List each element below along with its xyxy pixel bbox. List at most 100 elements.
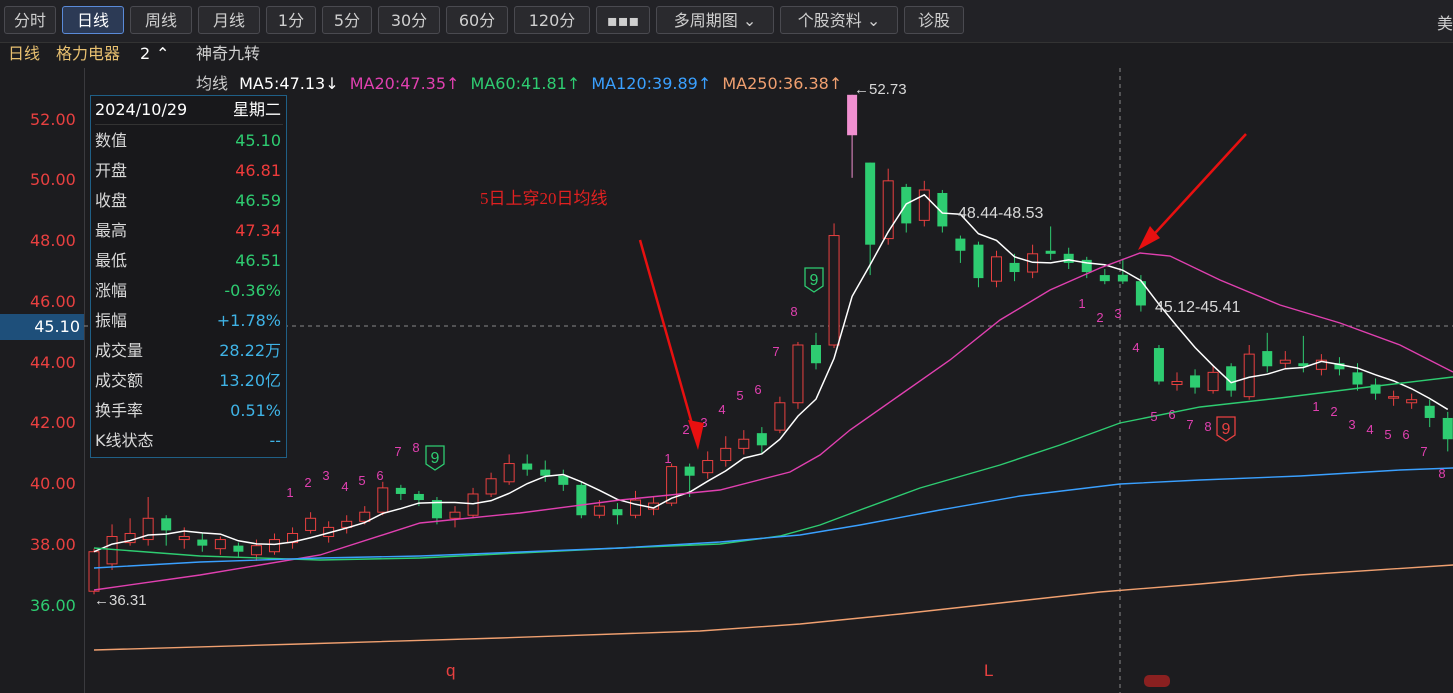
nine-count-label: 1 — [1078, 296, 1085, 311]
data-panel-key: K线状态 — [95, 431, 154, 450]
period-label: 日线 — [8, 44, 41, 63]
nine-count-label: 1 — [664, 451, 671, 466]
annotation-arrow — [1145, 133, 1247, 244]
candle-body — [756, 433, 767, 446]
annotation-arrow-head — [688, 420, 704, 450]
data-panel-row: 收盘 46.59 — [95, 186, 283, 216]
candle-body — [214, 539, 226, 550]
data-panel-weekday: 星期二 — [232, 100, 281, 119]
more-button[interactable]: ▪▪▪ — [596, 6, 650, 34]
data-panel-row: 换手率 0.51% — [95, 396, 283, 426]
candle-body — [1262, 351, 1273, 367]
data-panel-value: +1.78% — [216, 311, 281, 330]
stock-info-dropdown[interactable]: 个股资料 ⌄ — [780, 6, 898, 34]
stock-info-bar: 日线 格力电器 2 ⌃ 神奇九转 — [0, 42, 1453, 68]
stock-name[interactable]: 格力电器 — [56, 42, 120, 66]
nine-signal-label: 9 — [431, 450, 440, 467]
candle-body — [558, 475, 569, 485]
candle-body — [576, 484, 587, 516]
candle-body — [178, 536, 190, 541]
multi-period-dropdown[interactable]: 多周期图 ⌄ — [656, 6, 774, 34]
data-panel-date: 2024/10/29 — [95, 100, 188, 119]
candle-body — [593, 505, 605, 516]
candle-body — [377, 487, 389, 513]
tab-120min[interactable]: 120分 — [514, 6, 590, 34]
data-panel-value: 28.22万 — [219, 341, 281, 360]
candle-body — [1117, 274, 1128, 282]
candle-body — [413, 493, 424, 501]
ma60-line — [93, 376, 1453, 561]
nine-count-label: 2 — [1330, 404, 1337, 419]
nine-count-label: 8 — [790, 304, 797, 319]
candle-body — [1388, 396, 1400, 399]
candle-body — [684, 466, 695, 476]
nine-count-label: 6 — [754, 382, 761, 397]
tab-1min[interactable]: 1分 — [266, 6, 316, 34]
ma20-value: MA20:47.35↑ — [349, 74, 460, 93]
data-panel-value: 46.51 — [235, 251, 281, 270]
candle-body — [865, 162, 876, 245]
candle-body — [1406, 399, 1418, 404]
nine-signal-label: 9 — [810, 272, 819, 289]
data-panel-value: 13.20亿 — [219, 371, 281, 390]
tab-monthly[interactable]: 月线 — [198, 6, 260, 34]
candle-body — [720, 447, 732, 462]
nine-count-label: 6 — [376, 468, 383, 483]
candle-body — [1190, 375, 1201, 388]
nine-count-label: 1 — [1312, 399, 1319, 414]
candle-body — [233, 545, 244, 552]
data-panel-key: 涨幅 — [95, 281, 128, 300]
tab-daily[interactable]: 日线 — [62, 6, 124, 34]
ma250-value: MA250:36.38↑ — [722, 74, 843, 93]
data-panel-value: 0.51% — [230, 401, 281, 420]
ma-legend: 均线 MA5:47.13↓ MA20:47.35↑ MA60:41.81↑ MA… — [196, 70, 848, 93]
high-price-marker: ←52.73 — [854, 81, 907, 98]
tab-fenshi[interactable]: 分时 — [4, 6, 56, 34]
data-panel-value: 45.10 — [235, 131, 281, 150]
candle-body — [738, 438, 750, 449]
nine-count-label: 4 — [341, 479, 348, 494]
nine-count-label: 6 — [1168, 407, 1175, 422]
nine-count-label: 3 — [1348, 417, 1355, 432]
tab-30min[interactable]: 30分 — [378, 6, 440, 34]
candle-body — [612, 509, 623, 516]
nine-count-label: 2 — [304, 475, 311, 490]
data-panel-row: 振幅 +1.78% — [95, 306, 283, 336]
data-panel-value: -0.36% — [224, 281, 281, 300]
indicator-name[interactable]: 神奇九转 — [196, 42, 260, 66]
nine-count-label: 5 — [1384, 427, 1391, 442]
toolbar-right-text: 美 — [1436, 14, 1453, 33]
tab-60min[interactable]: 60分 — [446, 6, 508, 34]
candle-body — [88, 551, 100, 592]
data-panel-key: 最高 — [95, 221, 128, 240]
period-toolbar: 分时 日线 周线 月线 1分 5分 30分 60分 120分 ▪▪▪ 多周期图 ⌄ 个股资料 ⌄ 诊股 — [0, 0, 1453, 43]
tab-weekly[interactable]: 周线 — [130, 6, 192, 34]
data-panel-row: 涨幅 -0.36% — [95, 276, 283, 306]
data-panel-header: 2024/10/29 星期二 — [95, 96, 283, 125]
nine-count-label: 4 — [1132, 340, 1139, 355]
candle-body — [197, 539, 208, 546]
tab-5min[interactable]: 5分 — [322, 6, 372, 34]
nine-count-label: 6 — [1402, 427, 1409, 442]
ma120-value: MA120:39.89↑ — [591, 74, 712, 93]
candle-body — [828, 235, 840, 346]
ma120-line — [93, 467, 1453, 569]
candle-body — [305, 517, 317, 531]
diagnose-button[interactable]: 诊股 — [904, 6, 964, 34]
ma60-value: MA60:41.81↑ — [470, 74, 581, 93]
nine-count-label: 1 — [286, 485, 293, 500]
candle-body — [1045, 250, 1056, 254]
nine-count-label: 7 — [1186, 417, 1193, 432]
candle-body — [811, 345, 821, 364]
candle-body — [1099, 275, 1110, 282]
nine-signal-label: 9 — [1222, 421, 1231, 438]
candle-body — [991, 256, 1002, 282]
candle-body — [540, 469, 551, 476]
nine-count-label: 5 — [358, 473, 365, 488]
candle-body — [1243, 353, 1255, 398]
candle-body — [792, 344, 804, 404]
ma250-line — [93, 564, 1453, 651]
candle-body — [1424, 405, 1435, 418]
expand-chevron-icon[interactable]: ⌃ — [156, 42, 169, 66]
annotation-arrow — [638, 239, 700, 446]
